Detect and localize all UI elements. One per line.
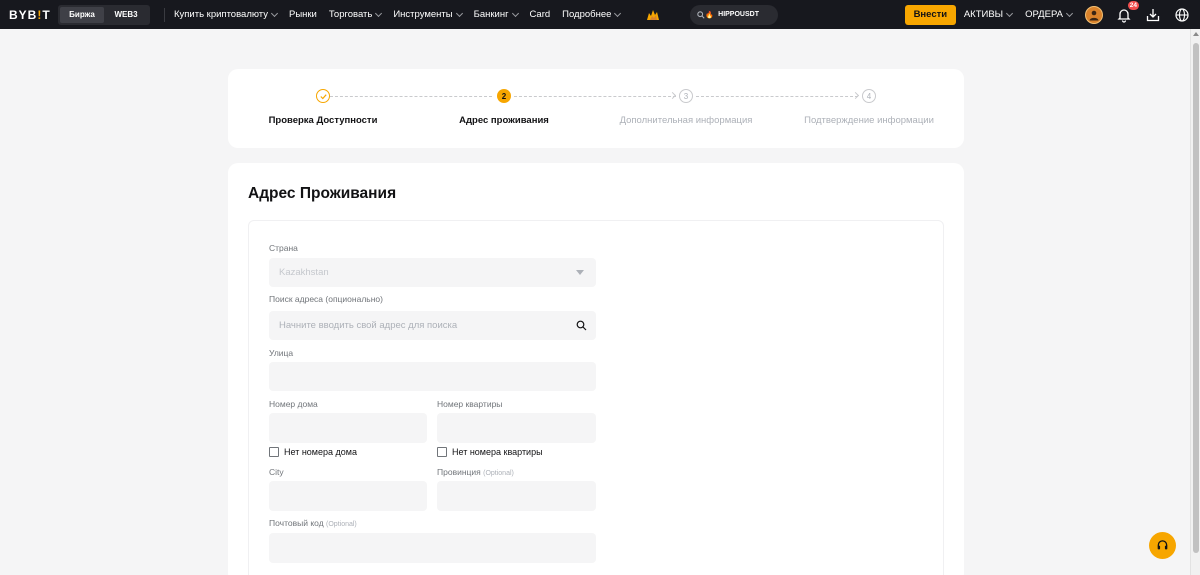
- country-value: Kazakhstan: [279, 267, 329, 278]
- header-search[interactable]: 🔥 HIPPOUSDT: [690, 4, 779, 25]
- address-form: Страна Kazakhstan Поиск адреса (опционал…: [248, 220, 944, 575]
- notifications-button[interactable]: 24: [1116, 0, 1139, 23]
- trending-fire-icon: 🔥: [705, 11, 715, 19]
- chevron-down-icon: [511, 9, 519, 17]
- page-title: Адрес Проживания: [248, 185, 397, 202]
- switch-exchange[interactable]: Биржа: [60, 6, 104, 23]
- assets-label: АКТИВЫ: [963, 9, 1004, 20]
- headset-icon: [1157, 540, 1168, 550]
- province-label-text: Провинция: [437, 467, 481, 477]
- user-icon: [1089, 10, 1099, 20]
- address-search-input[interactable]: Начните вводить свой адрес для поиска: [269, 311, 596, 340]
- step-label: Проверка Доступности: [268, 115, 378, 126]
- chevron-down-icon: [375, 9, 383, 17]
- street-input[interactable]: [269, 362, 596, 391]
- progress-stepper: Проверка Доступности 2 Адрес проживания …: [228, 69, 964, 148]
- step-circle: 4: [862, 89, 876, 103]
- dropdown-arrow-icon: [576, 270, 584, 275]
- search-icon: [697, 10, 705, 19]
- province-label: Провинция (Optional): [437, 467, 514, 477]
- assets-menu[interactable]: АКТИВЫ: [963, 9, 1014, 20]
- nav-label: Купить криптовалюту: [174, 9, 268, 20]
- street-label: Улица: [269, 348, 294, 358]
- nav-label: Рынки: [288, 9, 317, 20]
- scroll-up-arrow-icon[interactable]: [1193, 32, 1199, 36]
- orders-menu[interactable]: ОРДЕРА: [1025, 9, 1074, 20]
- avatar[interactable]: [1085, 5, 1103, 24]
- chevron-down-icon: [270, 9, 279, 17]
- bybit-logo[interactable]: BYB!T: [9, 8, 55, 22]
- step-additional-info: 3 Дополнительная информация: [601, 89, 771, 126]
- house-number-label: Номер дома: [269, 399, 318, 409]
- optional-tag: (Optional): [326, 521, 357, 528]
- country-label: Страна: [269, 243, 298, 253]
- nav-card[interactable]: Card: [530, 9, 551, 20]
- apartment-number-label: Номер квартиры: [437, 399, 503, 409]
- notification-badge: 24: [1127, 0, 1139, 10]
- nav-label: Банкинг: [473, 9, 509, 20]
- city-input[interactable]: [269, 481, 427, 511]
- house-number-input[interactable]: [269, 413, 427, 443]
- city-label: City: [269, 467, 284, 477]
- deposit-button[interactable]: Внести: [904, 4, 956, 25]
- nav-more[interactable]: Подробнее: [562, 9, 622, 20]
- step-label: Подтверждение информации: [804, 115, 934, 126]
- chevron-down-icon: [1065, 9, 1074, 17]
- nav-tools[interactable]: Инструменты: [393, 9, 463, 20]
- search-value: HIPPOUSDT: [718, 11, 759, 18]
- header-right: Внести АКТИВЫ ОРДЕРА 24: [904, 0, 1200, 29]
- nav-trade[interactable]: Торговать: [328, 9, 383, 20]
- top-header: BYB!T Биржа WEB3 Купить криптовалюту Рын…: [0, 0, 1200, 29]
- province-input[interactable]: [437, 481, 596, 511]
- checkbox-box[interactable]: [437, 447, 447, 457]
- logo-text: BYB: [9, 7, 38, 22]
- globe-icon[interactable]: [1175, 7, 1189, 22]
- address-search-placeholder: Начните вводить свой адрес для поиска: [279, 320, 458, 331]
- checkbox-label: Нет номера дома: [284, 447, 357, 457]
- step-circle: 2: [497, 89, 511, 103]
- header-divider: [164, 7, 165, 22]
- step-circle: 3: [679, 89, 693, 103]
- address-search-label: Поиск адреса (опционально): [269, 294, 383, 304]
- switch-web3[interactable]: WEB3: [104, 7, 148, 23]
- nav-markets[interactable]: Рынки: [289, 9, 317, 20]
- logo-text-end: T: [42, 7, 51, 22]
- address-form-card: Адрес Проживания Страна Kazakhstan Поиск…: [228, 163, 964, 575]
- postal-code-label: Почтовый код (Optional): [269, 518, 357, 528]
- nav-banking[interactable]: Банкинг: [473, 9, 519, 20]
- nav-label: Подробнее: [562, 9, 612, 20]
- orders-label: ОРДЕРА: [1025, 9, 1063, 20]
- postal-code-input[interactable]: [269, 533, 596, 563]
- chevron-down-icon: [614, 9, 622, 17]
- no-house-number-checkbox[interactable]: Нет номера дома: [269, 447, 357, 457]
- step-confirmation: 4 Подтверждение информации: [784, 89, 954, 126]
- country-select[interactable]: Kazakhstan: [269, 258, 596, 287]
- step-address: 2 Адрес проживания: [419, 89, 589, 126]
- step-circle: [316, 89, 330, 103]
- checkbox-box[interactable]: [269, 447, 279, 457]
- download-icon[interactable]: [1146, 8, 1160, 22]
- promo-icon[interactable]: [646, 9, 660, 21]
- nav-buy-crypto[interactable]: Купить криптовалюту: [174, 9, 279, 20]
- step-label: Дополнительная информация: [619, 115, 753, 126]
- search-icon: [576, 320, 587, 331]
- nav-label: Card: [529, 9, 551, 20]
- step-label: Адрес проживания: [459, 115, 549, 126]
- chevron-down-icon: [1006, 9, 1014, 17]
- scrollbar-thumb[interactable]: [1193, 43, 1199, 553]
- support-chat-button[interactable]: [1149, 532, 1176, 559]
- exchange-web3-switch: Биржа WEB3: [58, 4, 150, 25]
- main-nav: Купить криптовалюту Рынки Торговать Инст…: [174, 9, 632, 20]
- optional-tag: (Optional): [483, 470, 514, 477]
- page-scrollbar[interactable]: [1190, 29, 1200, 575]
- apartment-number-input[interactable]: [437, 413, 596, 443]
- no-apartment-number-checkbox[interactable]: Нет номера квартиры: [437, 447, 543, 457]
- nav-label: Инструменты: [393, 9, 453, 20]
- chevron-down-icon: [455, 9, 463, 17]
- checkbox-label: Нет номера квартиры: [452, 447, 543, 457]
- step-eligibility: Проверка Доступности: [238, 89, 408, 126]
- nav-label: Торговать: [328, 9, 373, 20]
- check-icon: [319, 93, 327, 99]
- postal-label-text: Почтовый код: [269, 518, 324, 528]
